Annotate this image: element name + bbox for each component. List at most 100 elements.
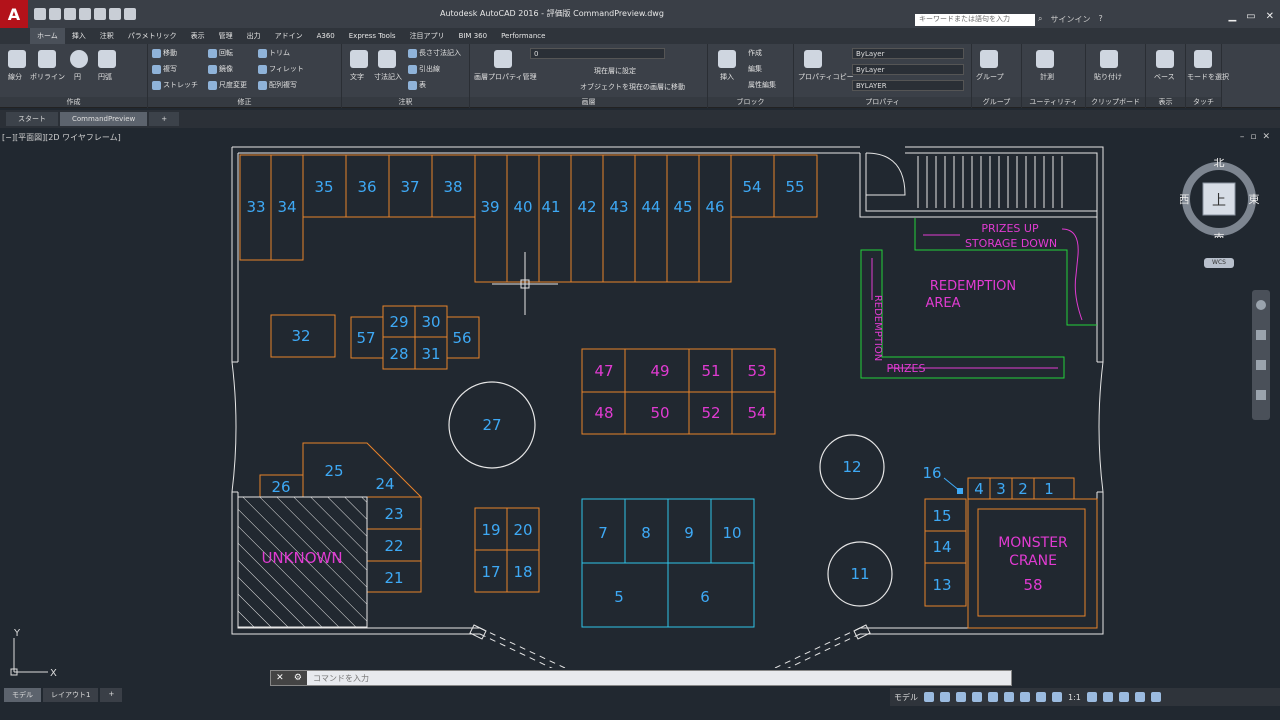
layout1-tab[interactable]: レイアウト1 [43, 688, 99, 702]
clipboard-panel-label[interactable]: クリップボード [1086, 97, 1145, 107]
dimension-button[interactable]: 寸法記入 [374, 72, 402, 82]
orbit-icon[interactable] [1256, 390, 1266, 400]
polyline-button[interactable]: ポリライン [30, 72, 65, 82]
hardware-acceleration-icon[interactable] [1118, 692, 1129, 702]
make-current-button[interactable]: 現在層に設定 [594, 66, 636, 76]
touch-panel-label[interactable]: タッチ [1186, 97, 1221, 107]
compass-south[interactable]: 南 [1214, 232, 1225, 245]
rotate-button[interactable]: 回転 [208, 48, 233, 58]
tab-a360[interactable]: A360 [310, 28, 342, 44]
color-dropdown[interactable]: ByLayer [852, 48, 964, 59]
lineweight-dropdown[interactable]: BYLAYER [852, 80, 964, 91]
model-space-toggle[interactable]: モデル [894, 692, 918, 703]
tab-insert[interactable]: 挿入 [65, 28, 93, 44]
new-icon[interactable] [34, 8, 46, 20]
mirror-button[interactable]: 鏡像 [208, 64, 233, 74]
linetype-dropdown[interactable]: ByLayer [852, 64, 964, 75]
groups-panel-label[interactable]: グループ [972, 97, 1021, 107]
line-icon[interactable] [8, 50, 26, 68]
array-button[interactable]: 配列複写 [258, 80, 297, 90]
binoculars-icon[interactable]: ⌕ [1038, 14, 1042, 25]
edit-attribute-button[interactable]: 属性編集 [748, 80, 776, 90]
wcs-menu[interactable]: WCS [1204, 258, 1234, 268]
sign-in-link[interactable]: サインイン [1050, 14, 1090, 25]
circle-icon[interactable] [70, 50, 88, 68]
insert-block-icon[interactable] [718, 50, 736, 68]
match-properties-icon[interactable] [804, 50, 822, 68]
redo-icon[interactable] [124, 8, 136, 20]
base-view-button[interactable]: ベース [1154, 72, 1175, 82]
view-panel-label[interactable]: 表示 [1146, 97, 1185, 107]
object-snap-icon[interactable] [1020, 692, 1030, 702]
arc-button[interactable]: 円弧 [98, 72, 112, 82]
grid-icon[interactable] [924, 692, 934, 702]
tab-parametric[interactable]: パラメトリック [121, 28, 184, 44]
edit-block-button[interactable]: 編集 [748, 64, 762, 74]
layer-properties-icon[interactable] [494, 50, 512, 68]
stretch-button[interactable]: ストレッチ [152, 80, 198, 90]
snap-icon[interactable] [940, 692, 950, 702]
text-icon[interactable] [350, 50, 368, 68]
close-icon[interactable]: ✕ [1266, 11, 1274, 22]
table-button[interactable]: 表 [408, 80, 426, 90]
measure-button[interactable]: 計測 [1040, 72, 1054, 82]
circle-button[interactable]: 円 [74, 72, 81, 82]
properties-panel-label[interactable]: プロパティ [794, 97, 971, 107]
doc-tab-commandpreview[interactable]: CommandPreview [60, 112, 148, 126]
polyline-icon[interactable] [38, 50, 56, 68]
match-properties-button[interactable]: プロパティコピー [798, 72, 854, 82]
tab-view[interactable]: 表示 [184, 28, 212, 44]
group-icon[interactable] [980, 50, 998, 68]
layer-dropdown[interactable]: 0 [530, 48, 665, 59]
drawing-canvas[interactable]: 33 34 35 36 37 38 39 40 41 42 43 44 45 4… [0, 128, 1280, 668]
object-snap-tracking-icon[interactable] [1004, 692, 1014, 702]
paste-button[interactable]: 貼り付け [1094, 72, 1122, 82]
tab-manage[interactable]: 管理 [212, 28, 240, 44]
command-close-icon[interactable]: ✕ [276, 673, 284, 683]
insert-block-button[interactable]: 挿入 [720, 72, 734, 82]
open-icon[interactable] [49, 8, 61, 20]
command-customize-icon[interactable]: ⚙ [294, 673, 302, 683]
tab-performance[interactable]: Performance [494, 28, 552, 44]
customization-menu-icon[interactable] [1150, 692, 1161, 702]
create-block-button[interactable]: 作成 [748, 48, 762, 58]
viewcube[interactable]: 上 北 南 東 西 [1179, 156, 1260, 245]
tab-featured-apps[interactable]: 注目アプリ [403, 28, 452, 44]
fillet-button[interactable]: フィレット [258, 64, 304, 74]
ortho-icon[interactable] [956, 692, 966, 702]
select-mode-icon[interactable] [1194, 50, 1212, 68]
compass-west[interactable]: 西 [1179, 193, 1190, 206]
clean-screen-icon[interactable] [1134, 692, 1145, 702]
tab-addins[interactable]: アドイン [268, 28, 310, 44]
leader-button[interactable]: 引出線 [408, 64, 440, 74]
save-as-icon[interactable] [79, 8, 91, 20]
tab-bim360[interactable]: BIM 360 [452, 28, 495, 44]
save-icon[interactable] [64, 8, 76, 20]
new-layout-button[interactable]: + [100, 688, 123, 702]
move-button[interactable]: 移動 [152, 48, 177, 58]
isodraft-icon[interactable] [988, 692, 998, 702]
compass-east[interactable]: 東 [1249, 193, 1260, 206]
tab-output[interactable]: 出力 [240, 28, 268, 44]
steering-wheel-icon[interactable] [1256, 300, 1266, 310]
new-tab-button[interactable]: + [149, 112, 180, 126]
undo-icon[interactable] [109, 8, 121, 20]
tab-express-tools[interactable]: Express Tools [342, 28, 403, 44]
annotation-scale[interactable]: 1:1 [1068, 693, 1081, 702]
minimize-icon[interactable]: ▁ [1228, 11, 1236, 22]
search-input[interactable]: キーワードまたは語句を入力 [915, 14, 1035, 26]
trim-button[interactable]: トリム [258, 48, 290, 58]
polar-icon[interactable] [972, 692, 982, 702]
linear-dim-button[interactable]: 長さ寸法記入 [408, 48, 461, 58]
copy-button[interactable]: 複写 [152, 64, 177, 74]
pan-icon[interactable] [1256, 330, 1266, 340]
group-button[interactable]: グループ [976, 72, 1004, 82]
lineweight-icon[interactable] [1036, 692, 1046, 702]
zoom-icon[interactable] [1256, 360, 1266, 370]
navigation-bar[interactable] [1252, 290, 1270, 420]
isolate-objects-icon[interactable] [1102, 692, 1113, 702]
compass-north[interactable]: 北 [1214, 156, 1225, 169]
arc-icon[interactable] [98, 50, 116, 68]
text-button[interactable]: 文字 [350, 72, 364, 82]
line-button[interactable]: 線分 [8, 72, 22, 82]
